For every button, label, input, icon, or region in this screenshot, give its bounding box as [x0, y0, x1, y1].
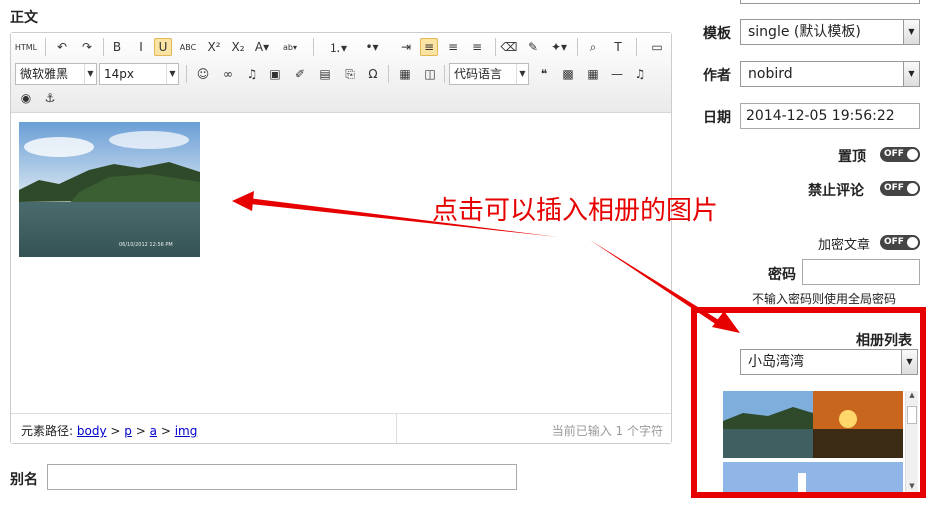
date-label: 日期	[703, 110, 731, 126]
chevron-down-icon: ▼	[903, 20, 919, 44]
pin-toggle[interactable]: OFF	[880, 147, 920, 162]
album-list-label: 相册列表	[856, 333, 912, 349]
author-value: nobird	[748, 66, 793, 82]
author-label: 作者	[703, 68, 731, 84]
password-label: 密码	[768, 267, 796, 283]
scroll-down-icon[interactable]: ▼	[906, 482, 918, 490]
annotation-text: 点击可以插入相册的图片	[432, 196, 719, 226]
encrypt-label: 加密文章	[818, 238, 871, 253]
template-select[interactable]: single (默认模板) ▼	[740, 19, 920, 45]
album-value: 小岛湾湾	[748, 354, 804, 370]
album-photo-lake[interactable]	[723, 391, 813, 458]
password-input[interactable]	[802, 259, 920, 285]
album-scrollbar[interactable]: ▲ ▼	[905, 391, 918, 492]
date-input[interactable]: 2014-12-05 19:56:22	[740, 103, 920, 129]
album-thumbnails	[723, 391, 903, 492]
encrypt-toggle[interactable]: OFF	[880, 235, 920, 250]
template-label: 模板	[703, 26, 731, 42]
password-hint: 不输入密码则使用全局密码	[752, 292, 897, 306]
chevron-down-icon: ▼	[903, 62, 919, 86]
album-select[interactable]: 小岛湾湾 ▼	[740, 349, 918, 375]
template-value: single (默认模板)	[748, 24, 861, 40]
nocomment-label: 禁止评论	[808, 183, 864, 199]
scrollbar-thumb[interactable]	[907, 406, 917, 424]
scroll-up-icon[interactable]: ▲	[906, 391, 918, 399]
top-dropdown-edge	[740, 0, 920, 4]
album-photo-sky[interactable]	[723, 462, 903, 492]
album-photo-sunset[interactable]	[813, 391, 903, 458]
nocomment-toggle[interactable]: OFF	[880, 181, 920, 196]
pin-label: 置顶	[838, 149, 866, 165]
chevron-down-icon: ▼	[901, 350, 917, 374]
author-select[interactable]: nobird ▼	[740, 61, 920, 87]
